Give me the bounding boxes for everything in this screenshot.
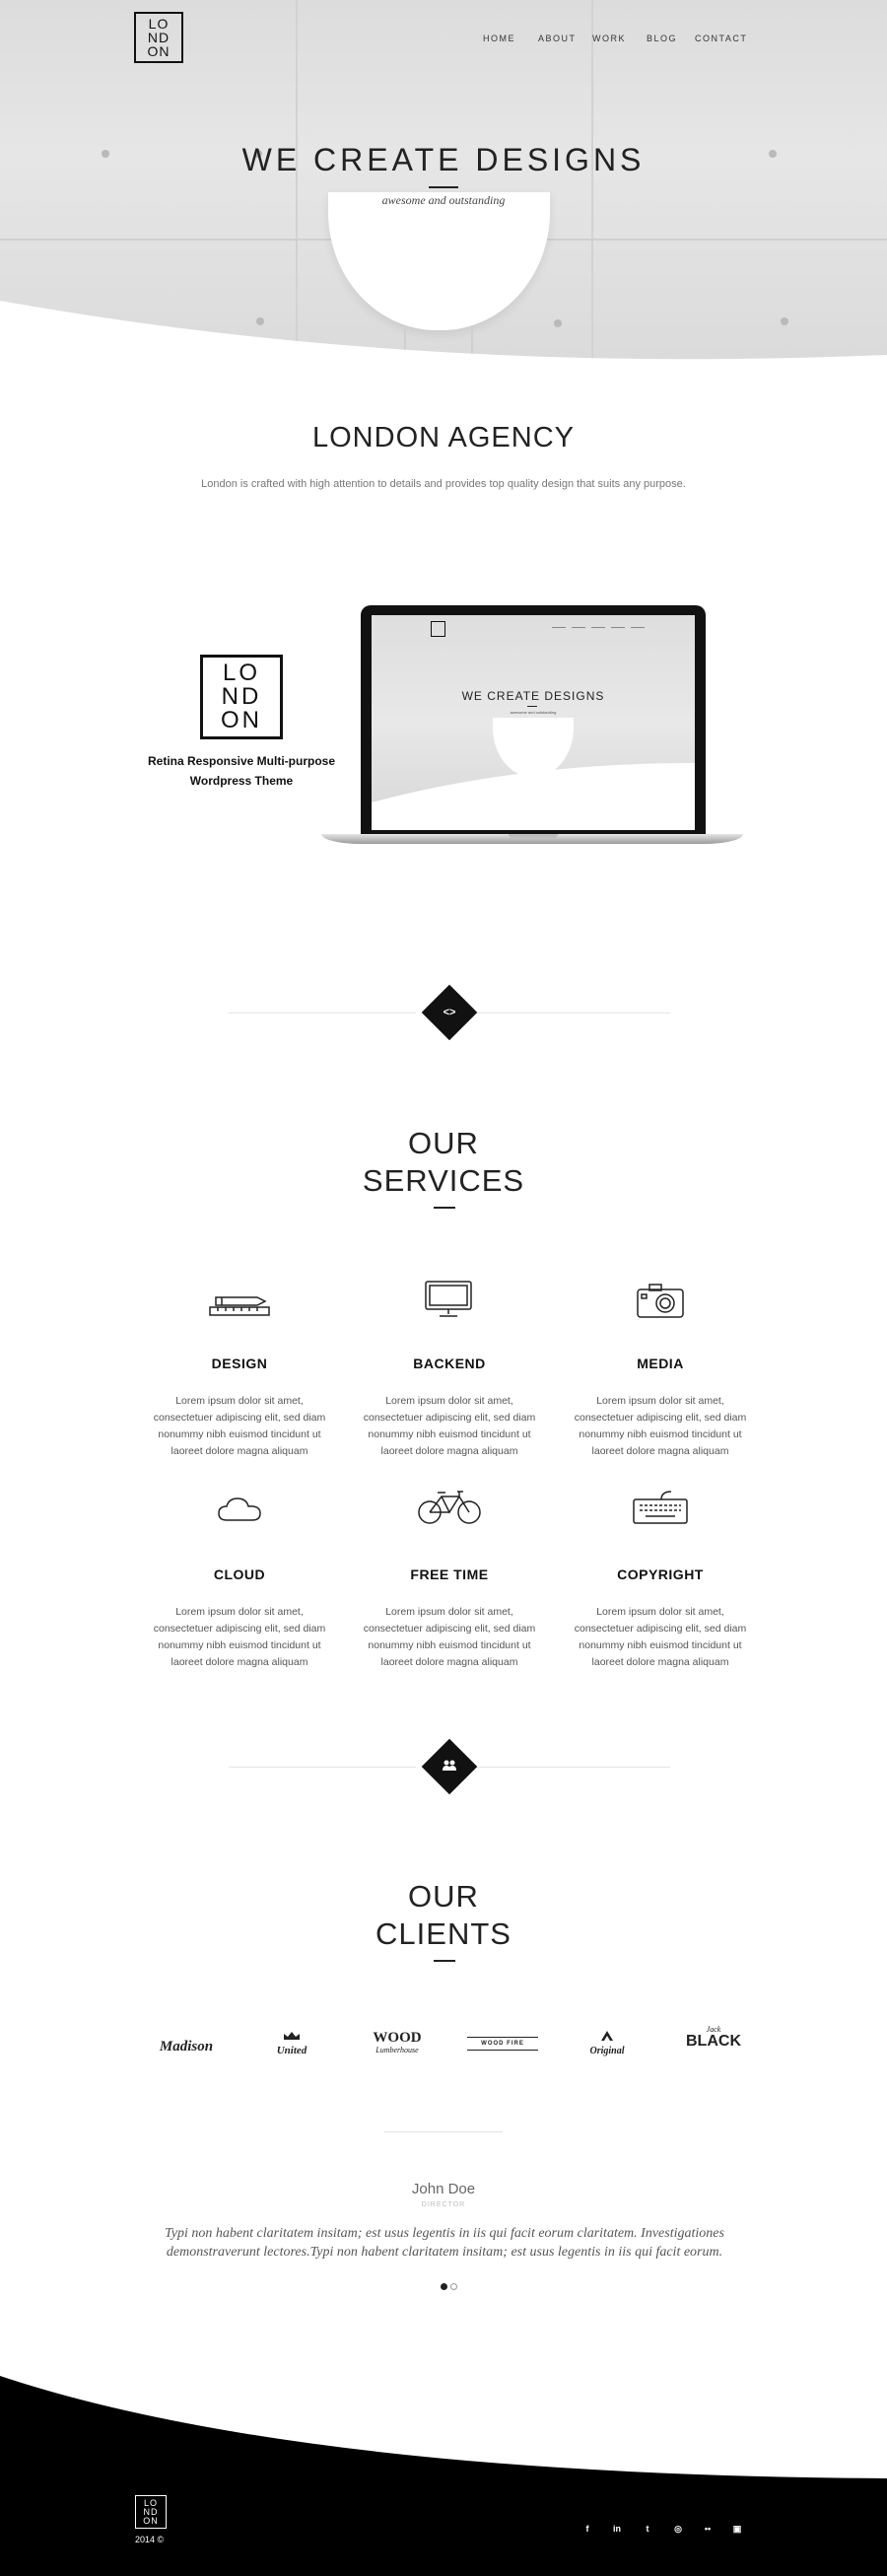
mini-rule xyxy=(527,706,537,707)
footer xyxy=(0,2376,887,2576)
showcase-logo: LONDON xyxy=(200,655,283,739)
divider-line xyxy=(471,1012,670,1013)
testimonial-name: John Doe xyxy=(411,2181,476,2197)
nav-about[interactable]: ABOUT xyxy=(538,34,577,43)
nav-home[interactable]: HOME xyxy=(483,34,515,43)
logo-text: LONDON xyxy=(147,16,171,59)
client-logo-original-text: Original xyxy=(589,2046,625,2056)
about-title: LONDON AGENCY xyxy=(312,422,575,453)
nav-contact[interactable]: CONTACT xyxy=(695,34,747,43)
mountain-icon xyxy=(601,2031,613,2041)
code-icon: <> xyxy=(443,1007,456,1018)
client-logo-wood-sub: Lumberhouse xyxy=(375,2046,419,2054)
service-name-design: DESIGN xyxy=(211,1356,268,1371)
logo[interactable]: LONDON xyxy=(134,12,183,63)
pencil-ruler-icon xyxy=(209,1296,270,1316)
divider-line xyxy=(229,1767,416,1768)
laptop-notch xyxy=(509,834,558,838)
nav-work[interactable]: WORK xyxy=(592,34,626,43)
service-text: Lorem ipsum dolor sit amet, consectetuer… xyxy=(574,1395,747,1457)
hero-subtitle: awesome and outstanding xyxy=(381,193,506,207)
nav-blog[interactable]: BLOG xyxy=(647,34,677,43)
about-text: London is crafted with high attention to… xyxy=(201,478,686,490)
theme-caption-line2: Wordpress Theme xyxy=(189,774,294,788)
footer-logo[interactable]: LONDON xyxy=(135,2495,167,2529)
testimonial-role: DIRECTOR xyxy=(421,2201,466,2208)
clients-rule xyxy=(434,1960,455,1962)
service-text: Lorem ipsum dolor sit amet, consectetuer… xyxy=(363,1606,536,1668)
linkedin-icon[interactable]: in xyxy=(610,2522,624,2536)
testimonial-quote: Typi non habent claritatem insitam; est … xyxy=(165,2226,724,2260)
services-rule xyxy=(434,1207,455,1209)
client-logo-original[interactable]: Original xyxy=(581,2029,633,2056)
testimonial-divider xyxy=(384,2131,503,2132)
showcase-logo-text: LONDON xyxy=(221,660,262,733)
clients-title: OUR CLIENTS xyxy=(0,1878,887,1953)
instagram-icon[interactable]: ▣ xyxy=(730,2522,744,2536)
client-logo-madison[interactable]: Madison xyxy=(154,2039,219,2055)
footer-copyright: 2014 © xyxy=(135,2535,165,2544)
mini-title: WE CREATE DESIGNS xyxy=(461,689,605,703)
service-text: Lorem ipsum dolor sit amet, consectetuer… xyxy=(153,1395,326,1457)
bicycle-icon xyxy=(418,1491,481,1524)
crown-icon xyxy=(284,2032,300,2040)
cloud-icon xyxy=(218,1497,261,1521)
service-text: Lorem ipsum dolor sit amet, consectetuer… xyxy=(574,1606,747,1668)
services-title-line2: SERVICES xyxy=(362,1163,525,1198)
client-logo-black-text: BLACK xyxy=(686,2033,741,2050)
theme-caption: Retina Responsive Multi-purpose Wordpres… xyxy=(128,751,355,791)
client-logo-jack-black[interactable]: Jack BLACK xyxy=(686,2025,741,2050)
services-title-line1: OUR xyxy=(408,1126,479,1160)
flickr-icon[interactable]: •• xyxy=(701,2522,715,2536)
dribbble-icon[interactable]: ◎ xyxy=(671,2522,685,2536)
divider-line xyxy=(229,1012,416,1013)
mini-subtitle: awesome and outstanding xyxy=(510,710,557,715)
client-logo-united-text: United xyxy=(276,2045,307,2056)
hero-rule xyxy=(429,186,458,188)
service-text: Lorem ipsum dolor sit amet, consectetuer… xyxy=(363,1395,536,1457)
service-name-backend: BACKEND xyxy=(413,1356,486,1371)
client-logo-united[interactable]: United xyxy=(268,2028,315,2056)
facebook-icon[interactable]: f xyxy=(580,2522,594,2536)
service-name-free-time: FREE TIME xyxy=(410,1566,489,1582)
service-name-copyright: COPYRIGHT xyxy=(617,1566,704,1582)
carousel-dot[interactable] xyxy=(450,2283,457,2290)
service-text: Lorem ipsum dolor sit amet, consectetuer… xyxy=(153,1606,326,1668)
footer-logo-text: LONDON xyxy=(143,2497,159,2526)
mini-curve xyxy=(372,763,695,830)
theme-caption-line1: Retina Responsive Multi-purpose xyxy=(147,754,336,768)
services-title: OUR SERVICES xyxy=(0,1125,887,1200)
twitter-icon[interactable]: t xyxy=(641,2522,654,2536)
carousel-dot-active[interactable] xyxy=(441,2283,447,2290)
monitor-icon xyxy=(425,1281,472,1317)
divider-line xyxy=(471,1767,670,1768)
users-icon xyxy=(443,1760,456,1771)
service-name-media: MEDIA xyxy=(637,1356,684,1371)
client-logo-wood[interactable]: WOOD Lumberhouse xyxy=(363,2030,432,2055)
keyboard-icon xyxy=(633,1491,688,1524)
client-logo-woodfire[interactable]: WOOD FIRE xyxy=(467,2037,538,2051)
clients-title-line1: OUR xyxy=(408,1879,479,1914)
camera-icon xyxy=(637,1284,684,1318)
clients-title-line2: CLIENTS xyxy=(375,1916,512,1951)
laptop-screen: WE CREATE DESIGNS awesome and outstandin… xyxy=(372,615,695,830)
hero-title: WE CREATE DESIGNS xyxy=(241,142,646,177)
client-logo-wood-text: WOOD xyxy=(373,2030,422,2046)
service-name-cloud: CLOUD xyxy=(213,1566,266,1582)
